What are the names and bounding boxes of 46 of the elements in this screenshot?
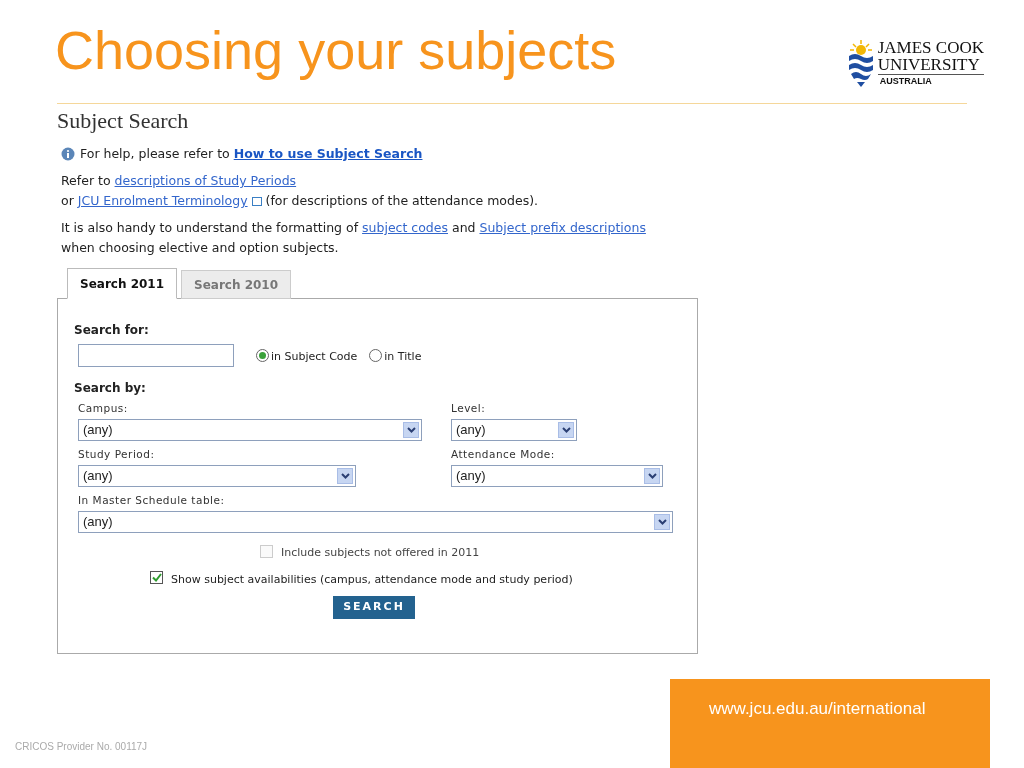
chevron-down-icon [337, 468, 353, 484]
section-label: Search by: [74, 381, 147, 395]
info-icon [61, 147, 75, 161]
dropdown[interactable]: (any) [451, 465, 663, 487]
paragraph: It is also handy to understand the formatting of subject codes and Subject prefix descriptions when choosing elective and option subjects. [61, 219, 647, 257]
logo-text: AUSTRALIA [878, 75, 933, 87]
dropdown[interactable]: (any) [78, 465, 356, 487]
dropdown[interactable]: (any) [451, 419, 577, 441]
link[interactable]: Subject prefix descriptions [479, 220, 646, 235]
field-label: Attendance Mode: [451, 447, 556, 461]
chevron-down-icon [403, 422, 419, 438]
footer-url: www.jcu.edu.au/international [709, 698, 926, 720]
tab[interactable]: Search 2010 [181, 270, 292, 299]
search-input[interactable] [78, 344, 234, 367]
external-link-icon [251, 197, 262, 206]
logo-text: JAMES COOK [877, 39, 984, 56]
paragraph: Refer to descriptions of Study Periods or JCU Enrolment Terminology (for descriptions of the attendance modes). [61, 172, 538, 210]
chevron-down-icon [654, 514, 670, 530]
search-button[interactable]: SEARCH [333, 596, 415, 619]
chevron-down-icon [644, 468, 660, 484]
help-text: For help, please refer to How to use Subject Search [80, 145, 423, 163]
logo-waves-icon [847, 38, 874, 88]
radio-label: in Title [384, 348, 422, 365]
link[interactable]: JCU Enrolment Terminology [77, 193, 248, 208]
radio-label: in Subject Code [271, 348, 358, 365]
field-label: Study Period: [78, 447, 156, 461]
radio-button[interactable] [256, 349, 269, 362]
checkbox-label: Include subjects not offered in 2011 [281, 545, 480, 561]
link[interactable]: How to use Subject Search [233, 146, 423, 161]
dropdown[interactable]: (any) [78, 419, 422, 441]
link[interactable]: descriptions of Study Periods [114, 173, 297, 188]
field-label: Level: [451, 401, 487, 415]
provider-text: CRICOS Provider No. 00117J [15, 740, 148, 754]
tab[interactable]: Search 2011 [67, 268, 178, 299]
slide-title: Choosing your subjects [55, 19, 617, 82]
dropdown[interactable]: (any) [78, 511, 673, 533]
checkbox-label: Show subject availabilities (campus, attendance mode and study period) [171, 571, 573, 588]
page-heading: Subject Search [57, 107, 190, 135]
checkbox[interactable] [150, 571, 163, 585]
logo-text: UNIVERSITY [877, 56, 984, 75]
link[interactable]: subject codes [362, 220, 448, 235]
field-label: In Master Schedule table: [78, 493, 226, 507]
section-label: Search for: [74, 323, 150, 337]
radio-button[interactable] [369, 349, 383, 362]
chevron-down-icon [558, 422, 574, 438]
field-label: Campus: [78, 401, 129, 415]
